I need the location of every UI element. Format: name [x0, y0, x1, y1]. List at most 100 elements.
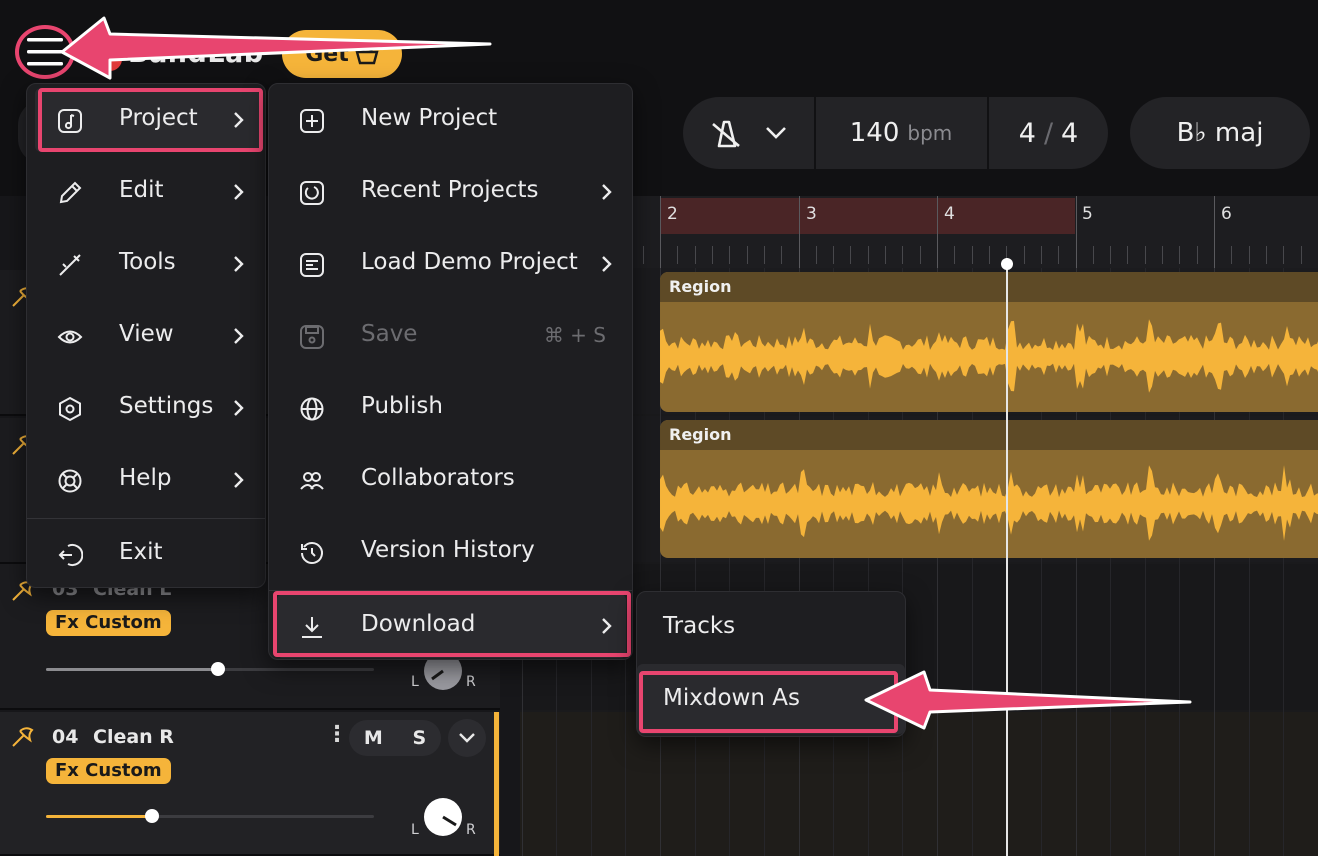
timeline-ruler[interactable]: 2 3 4 5 6 — [520, 196, 1318, 268]
waveform-shape — [660, 319, 1318, 393]
menu-item-publish[interactable]: Publish — [277, 376, 626, 440]
save-icon — [300, 325, 324, 349]
bar-number: 6 — [1221, 204, 1232, 224]
ruler-tick — [1248, 246, 1250, 264]
ruler-tick — [971, 246, 973, 264]
audio-region[interactable]: Region — [660, 272, 1318, 412]
ruler-tick — [988, 246, 990, 264]
volume-thumb[interactable] — [211, 662, 225, 676]
tempo-control[interactable]: 140 bpm — [816, 97, 986, 169]
menu-item-label: Exit — [119, 539, 163, 565]
ruler-bar-line — [1214, 196, 1215, 268]
pan-knob[interactable] — [424, 798, 462, 836]
key-signature-button[interactable]: B♭ maj — [1130, 97, 1310, 169]
time-signature-top: 4 — [1018, 117, 1036, 149]
region-header — [660, 420, 1318, 450]
menu-item-label: Recent Projects — [361, 177, 539, 203]
menu-item-tools[interactable]: Tools — [35, 232, 259, 296]
menu-item-label: New Project — [361, 105, 498, 131]
pencil-icon — [59, 181, 82, 204]
ruler-bar-line — [1075, 196, 1077, 268]
ruler-tick — [919, 246, 921, 264]
menu-item-label: Save — [361, 321, 418, 347]
ruler-bar-line — [937, 196, 938, 268]
metronome-off-icon — [712, 120, 740, 148]
menu-item-edit[interactable]: Edit — [35, 160, 259, 224]
time-signature-bottom: 4 — [1061, 117, 1079, 149]
ruler-tick — [642, 246, 644, 264]
waveform — [660, 465, 1318, 541]
pan-right-label: R — [466, 674, 476, 690]
ruler-tick — [850, 246, 852, 264]
volume-fill — [46, 815, 152, 818]
expand-track-button[interactable] — [448, 719, 486, 757]
menu-item-new-project[interactable]: New Project — [277, 88, 626, 152]
hamburger-menu-button[interactable] — [15, 25, 75, 79]
region-header — [660, 272, 1318, 302]
get-button[interactable]: Get — [282, 30, 402, 78]
menu-item-version-history[interactable]: Version History — [277, 520, 626, 584]
timeline[interactable]: 2 3 4 5 6 Region Region — [520, 196, 1318, 856]
bar-number: 5 — [1082, 204, 1093, 224]
chevron-right-icon — [234, 472, 244, 488]
tools-icon — [59, 254, 81, 276]
fx-badge[interactable]: Fx Custom — [46, 758, 171, 784]
pan-left-label: L — [411, 674, 419, 690]
project-submenu: New Project Recent Projects Load Demo Pr… — [268, 83, 633, 660]
ruler-tick — [677, 246, 679, 264]
menu-item-label: View — [119, 321, 174, 347]
ruler-tick — [1092, 246, 1094, 264]
menu-item-collaborators[interactable]: Collaborators — [277, 448, 626, 512]
mute-solo-group: M S — [349, 720, 441, 756]
pan-indicator-icon — [442, 815, 457, 827]
recent-icon — [300, 181, 324, 205]
ruler-tick — [833, 246, 835, 264]
time-signature-control[interactable]: 4 / 4 — [989, 97, 1108, 169]
ruler-bar-line — [798, 196, 800, 268]
menu-item-exit[interactable]: Exit — [35, 522, 259, 586]
ruler-tick — [1283, 246, 1285, 264]
chevron-down-icon — [766, 127, 786, 139]
guitar-icon — [12, 727, 34, 747]
selected-track-indicator — [494, 712, 499, 856]
playhead[interactable] — [1006, 258, 1008, 856]
menu-item-settings[interactable]: Settings — [35, 376, 259, 440]
bar-number: 2 — [667, 204, 678, 224]
exit-icon — [58, 544, 83, 566]
solo-button[interactable]: S — [412, 727, 426, 749]
time-signature-separator: / — [1043, 117, 1054, 149]
track-name[interactable]: Clean R — [93, 726, 174, 748]
volume-slider[interactable] — [46, 809, 374, 823]
fx-badge[interactable]: Fx Custom — [46, 610, 171, 636]
menu-item-view[interactable]: View — [35, 304, 259, 368]
audio-region[interactable]: Region — [660, 420, 1318, 558]
region-label: Region — [669, 425, 732, 444]
playhead-handle[interactable] — [1001, 258, 1013, 270]
ruler-tick — [1040, 246, 1042, 264]
eye-icon — [57, 330, 83, 344]
ruler-tick — [885, 246, 887, 264]
ruler-tick — [1300, 246, 1302, 264]
menu-item-label: Help — [119, 465, 172, 491]
ruler-tick — [1265, 246, 1267, 264]
app-logo: BandLab — [128, 38, 264, 69]
download-submenu: Tracks Mixdown As — [636, 591, 906, 737]
menu-item-load-demo-project[interactable]: Load Demo Project — [277, 232, 626, 296]
menu-item-label: Tools — [119, 249, 176, 275]
loop-range[interactable] — [660, 198, 1075, 234]
track-header-04[interactable]: 04 Clean R ⋮ M S Fx Custom L R — [0, 712, 500, 856]
volume-thumb[interactable] — [145, 809, 159, 823]
ruler-tick — [867, 246, 869, 264]
volume-slider[interactable] — [46, 662, 374, 676]
menu-item-recent-projects[interactable]: Recent Projects — [277, 160, 626, 224]
menu-item-label: Publish — [361, 393, 443, 419]
chevron-right-icon — [602, 184, 612, 200]
menu-item-tracks[interactable]: Tracks — [637, 594, 905, 660]
ruler-tick — [711, 246, 713, 264]
menu-item-help[interactable]: Help — [35, 448, 259, 512]
ruler-tick — [1058, 246, 1060, 264]
metronome-button[interactable] — [683, 97, 813, 169]
mute-button[interactable]: M — [364, 727, 383, 749]
ruler-tick — [815, 246, 817, 264]
more-options-icon[interactable]: ⋮ — [326, 722, 348, 747]
